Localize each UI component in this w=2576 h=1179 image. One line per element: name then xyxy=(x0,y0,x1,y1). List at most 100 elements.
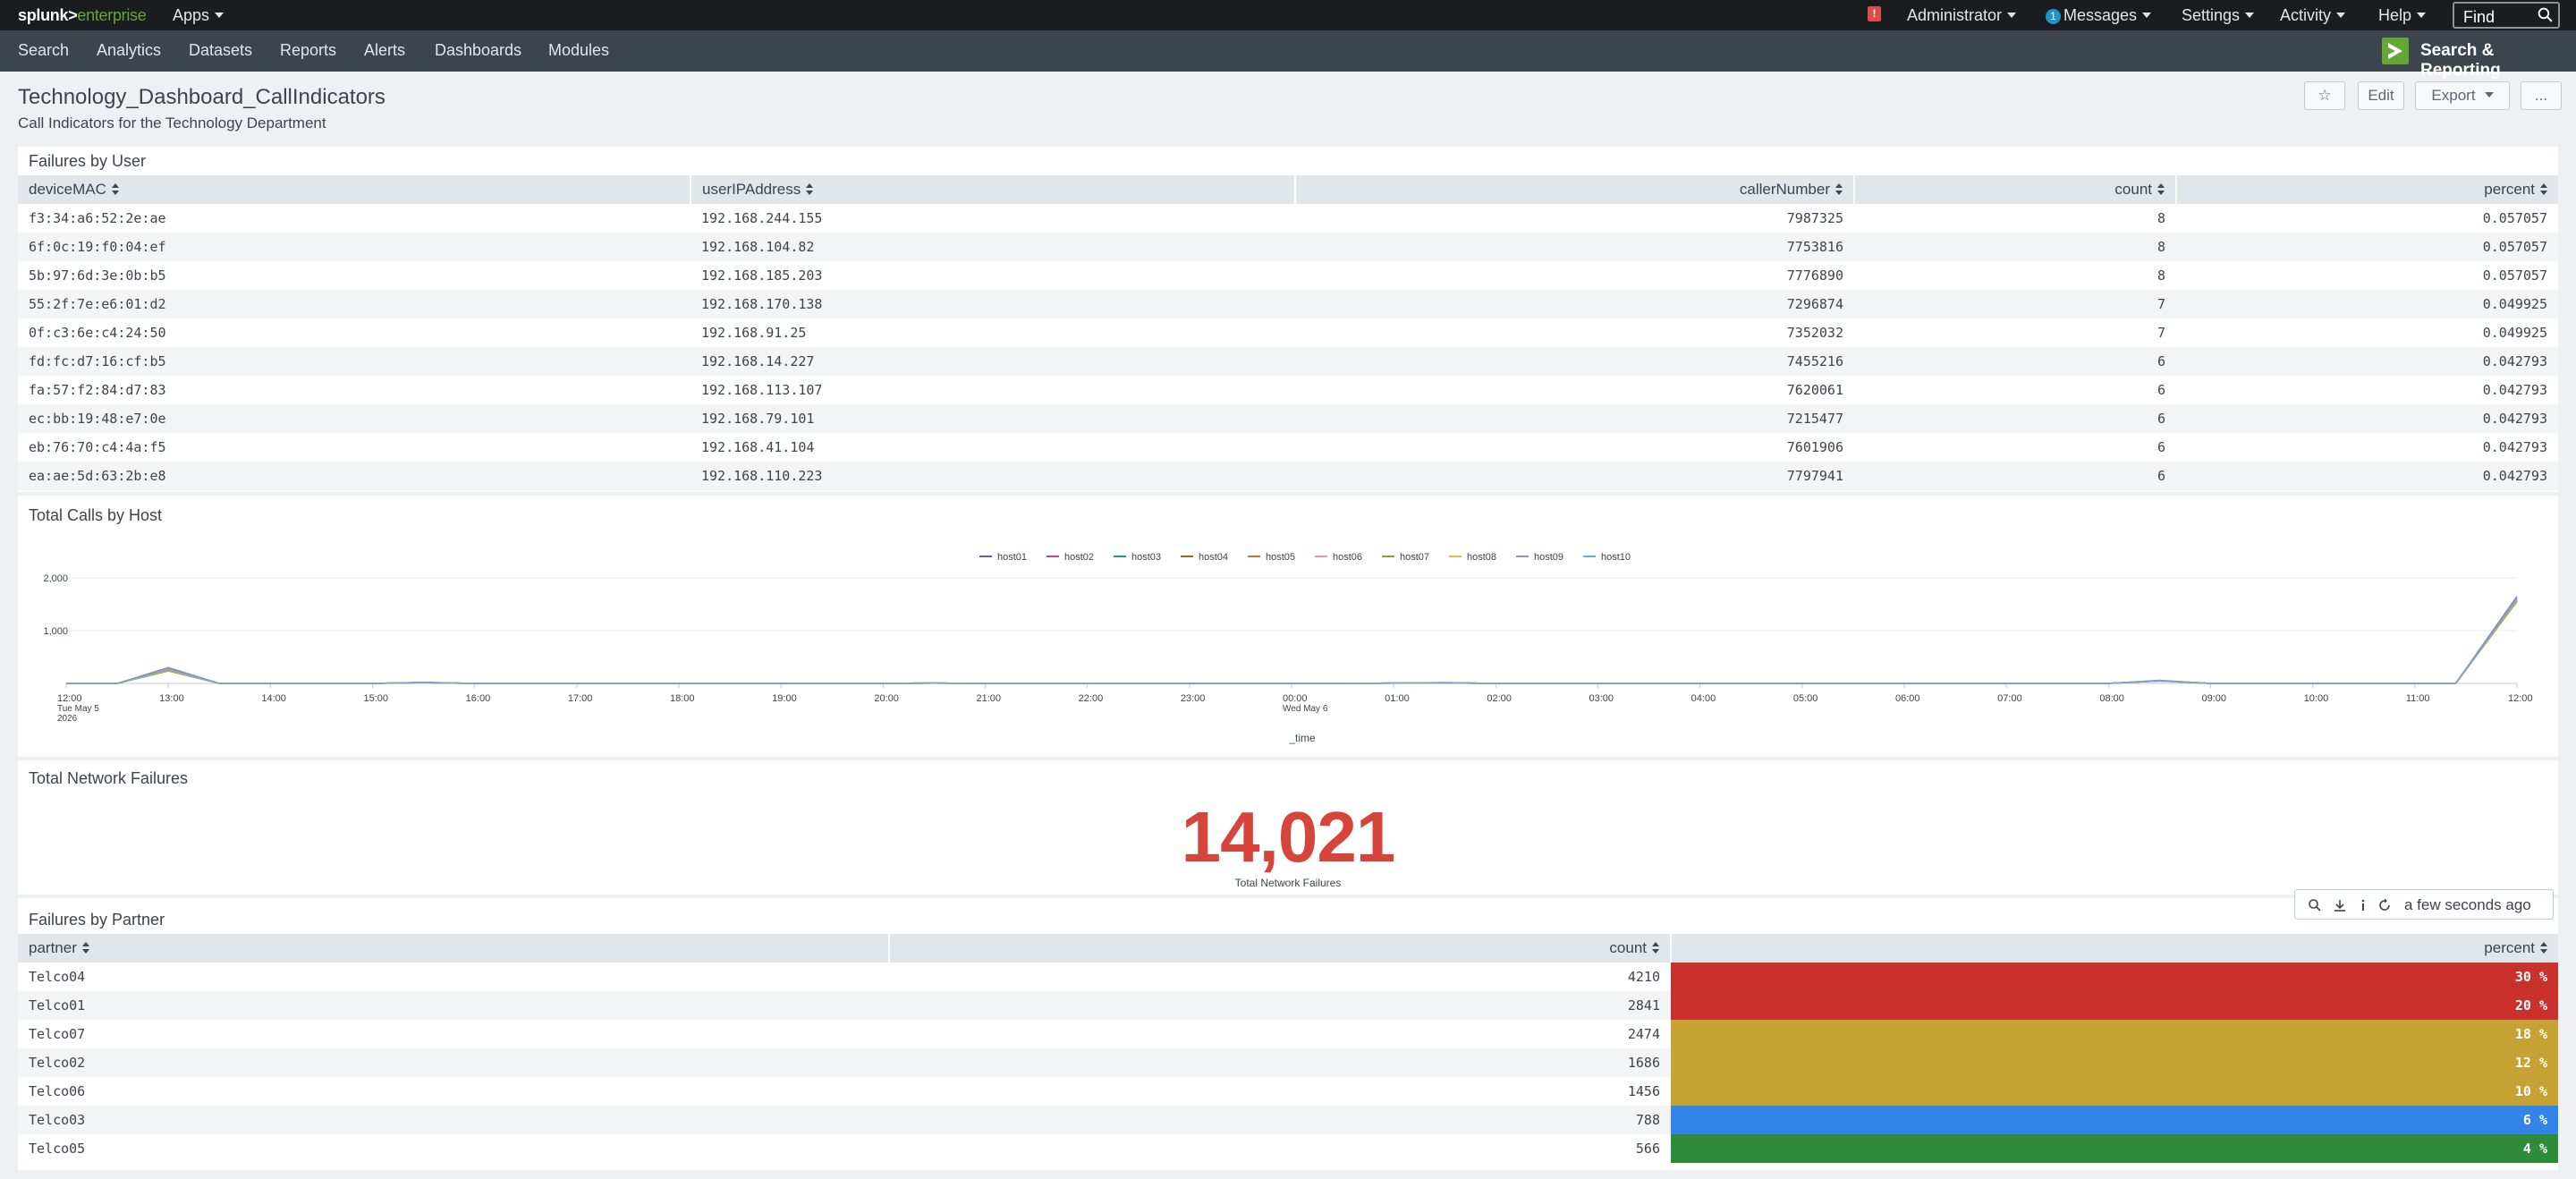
cell-percent[interactable]: 0.049925 xyxy=(2176,290,2558,318)
cell-useripaddress[interactable]: 192.168.91.25 xyxy=(691,318,1295,347)
cell-count[interactable]: 6 xyxy=(1854,433,2176,462)
cell-percent[interactable]: 0.042793 xyxy=(2176,433,2558,462)
cell-callernumber[interactable]: 7776890 xyxy=(1295,261,1854,290)
nav-alerts[interactable]: Alerts xyxy=(364,41,405,60)
nav-search[interactable]: Search xyxy=(18,41,69,60)
cell-useripaddress[interactable]: 192.168.79.101 xyxy=(691,404,1295,433)
help-menu[interactable]: Help xyxy=(2378,6,2427,25)
table-row[interactable]: fa:57:f2:84:d7:83 192.168.113.107 7620061 6… xyxy=(18,376,2558,404)
cell-useripaddress[interactable]: 192.168.104.82 xyxy=(691,233,1295,261)
table-row[interactable]: 55:2f:7e:e6:01:d2 192.168.170.138 7296874 7… xyxy=(18,290,2558,318)
cell-partner[interactable]: Telco04 xyxy=(18,963,889,991)
cell-partner[interactable]: Telco01 xyxy=(18,991,889,1020)
cell-percent[interactable]: 0.057057 xyxy=(2176,261,2558,290)
table-row[interactable]: ec:bb:19:48:e7:0e 192.168.79.101 7215477 6 0… xyxy=(18,404,2558,433)
cell-useripaddress[interactable]: 192.168.110.223 xyxy=(691,462,1295,490)
cell-useripaddress[interactable]: 192.168.170.138 xyxy=(691,290,1295,318)
cell-percent[interactable]: 6 % xyxy=(1671,1106,2558,1134)
cell-percent[interactable]: 10 % xyxy=(1671,1077,2558,1106)
cell-useripaddress[interactable]: 192.168.244.155 xyxy=(691,204,1295,233)
cell-percent[interactable]: 4 % xyxy=(1671,1134,2558,1163)
single-value[interactable]: 14,021 xyxy=(18,796,2558,878)
cell-devicemac[interactable]: fd:fc:d7:16:cf:b5 xyxy=(18,347,691,376)
download-icon[interactable] xyxy=(2333,898,2347,912)
favorite-button[interactable]: ☆ xyxy=(2304,81,2345,110)
cell-count[interactable]: 6 xyxy=(1854,462,2176,490)
cell-partner[interactable]: Telco05 xyxy=(18,1134,889,1163)
app-name[interactable]: Search & Reporting xyxy=(2420,41,2576,81)
cell-count[interactable]: 6 xyxy=(1854,404,2176,433)
cell-callernumber[interactable]: 7601906 xyxy=(1295,433,1854,462)
cell-percent[interactable]: 18 % xyxy=(1671,1020,2558,1048)
table-row[interactable]: Telco02 1686 12 % xyxy=(18,1048,2558,1077)
nav-dashboards[interactable]: Dashboards xyxy=(435,41,521,60)
cell-count[interactable]: 8 xyxy=(1854,261,2176,290)
cell-useripaddress[interactable]: 192.168.113.107 xyxy=(691,376,1295,404)
cell-percent[interactable]: 0.057057 xyxy=(2176,204,2558,233)
cell-count[interactable]: 2841 xyxy=(889,991,1671,1020)
nav-datasets[interactable]: Datasets xyxy=(189,41,252,60)
administrator-menu[interactable]: Administrator xyxy=(1907,6,2017,25)
cell-count[interactable]: 566 xyxy=(889,1134,1671,1163)
table-row[interactable]: Telco05 566 4 % xyxy=(18,1134,2558,1163)
search-icon[interactable] xyxy=(2538,7,2553,22)
splunk-logo[interactable]: splunk>enterprise xyxy=(18,6,147,25)
edit-button[interactable]: Edit xyxy=(2358,81,2404,110)
messages-menu[interactable]: 1 Messages xyxy=(2046,6,2152,25)
table-row[interactable]: Telco03 788 6 % xyxy=(18,1106,2558,1134)
cell-callernumber[interactable]: 7987325 xyxy=(1295,204,1854,233)
more-actions-button[interactable]: ... xyxy=(2521,81,2562,110)
cell-callernumber[interactable]: 7352032 xyxy=(1295,318,1854,347)
column-header-percent[interactable]: percent xyxy=(2176,175,2558,204)
table-row[interactable]: fd:fc:d7:16:cf:b5 192.168.14.227 7455216 6 0… xyxy=(18,347,2558,376)
cell-partner[interactable]: Telco03 xyxy=(18,1106,889,1134)
table-row[interactable]: 0f:c3:6e:c4:24:50 192.168.91.25 7352032 7 0.… xyxy=(18,318,2558,347)
cell-percent[interactable]: 0.049925 xyxy=(2176,318,2558,347)
cell-devicemac[interactable]: 0f:c3:6e:c4:24:50 xyxy=(18,318,691,347)
refresh-icon[interactable] xyxy=(2377,898,2392,912)
cell-devicemac[interactable]: 6f:0c:19:f0:04:ef xyxy=(18,233,691,261)
cell-partner[interactable]: Telco02 xyxy=(18,1048,889,1077)
table-row[interactable]: ea:ae:5d:63:2b:e8 192.168.110.223 7797941 6… xyxy=(18,462,2558,490)
cell-count[interactable]: 8 xyxy=(1854,204,2176,233)
cell-count[interactable]: 8 xyxy=(1854,233,2176,261)
cell-count[interactable]: 1456 xyxy=(889,1077,1671,1106)
cell-callernumber[interactable]: 7797941 xyxy=(1295,462,1854,490)
cell-callernumber[interactable]: 7753816 xyxy=(1295,233,1854,261)
nav-reports[interactable]: Reports xyxy=(280,41,336,60)
cell-count[interactable]: 6 xyxy=(1854,376,2176,404)
settings-menu[interactable]: Settings xyxy=(2182,6,2255,25)
cell-devicemac[interactable]: fa:57:f2:84:d7:83 xyxy=(18,376,691,404)
cell-useripaddress[interactable]: 192.168.14.227 xyxy=(691,347,1295,376)
cell-devicemac[interactable]: eb:76:70:c4:4a:f5 xyxy=(18,433,691,462)
cell-partner[interactable]: Telco06 xyxy=(18,1077,889,1106)
cell-percent[interactable]: 12 % xyxy=(1671,1048,2558,1077)
cell-count[interactable]: 6 xyxy=(1854,347,2176,376)
cell-count[interactable]: 788 xyxy=(889,1106,1671,1134)
nav-modules[interactable]: Modules xyxy=(548,41,609,60)
cell-callernumber[interactable]: 7296874 xyxy=(1295,290,1854,318)
cell-partner[interactable]: Telco07 xyxy=(18,1020,889,1048)
alert-icon[interactable]: ! xyxy=(1868,6,1881,21)
column-header-partner[interactable]: partner xyxy=(18,934,890,963)
cell-percent[interactable]: 20 % xyxy=(1671,991,2558,1020)
cell-count[interactable]: 2474 xyxy=(889,1020,1671,1048)
column-header-percent[interactable]: percent xyxy=(1671,934,2558,963)
table-row[interactable]: Telco01 2841 20 % xyxy=(18,991,2558,1020)
cell-percent[interactable]: 0.042793 xyxy=(2176,404,2558,433)
cell-count[interactable]: 7 xyxy=(1854,318,2176,347)
cell-percent[interactable]: 0.042793 xyxy=(2176,462,2558,490)
column-header-devicemac[interactable]: deviceMAC xyxy=(18,175,691,204)
cell-devicemac[interactable]: ea:ae:5d:63:2b:e8 xyxy=(18,462,691,490)
find-input[interactable]: Find xyxy=(2453,2,2560,29)
table-row[interactable]: eb:76:70:c4:4a:f5 192.168.41.104 7601906 6 0… xyxy=(18,433,2558,462)
cell-callernumber[interactable]: 7215477 xyxy=(1295,404,1854,433)
info-icon[interactable] xyxy=(2356,898,2370,912)
cell-devicemac[interactable]: 5b:97:6d:3e:0b:b5 xyxy=(18,261,691,290)
app-logo[interactable] xyxy=(2382,38,2409,64)
column-header-count[interactable]: count xyxy=(889,934,1672,963)
apps-menu[interactable]: Apps xyxy=(173,6,225,25)
cell-devicemac[interactable]: 55:2f:7e:e6:01:d2 xyxy=(18,290,691,318)
search-icon[interactable] xyxy=(2308,898,2322,912)
cell-percent[interactable]: 0.057057 xyxy=(2176,233,2558,261)
